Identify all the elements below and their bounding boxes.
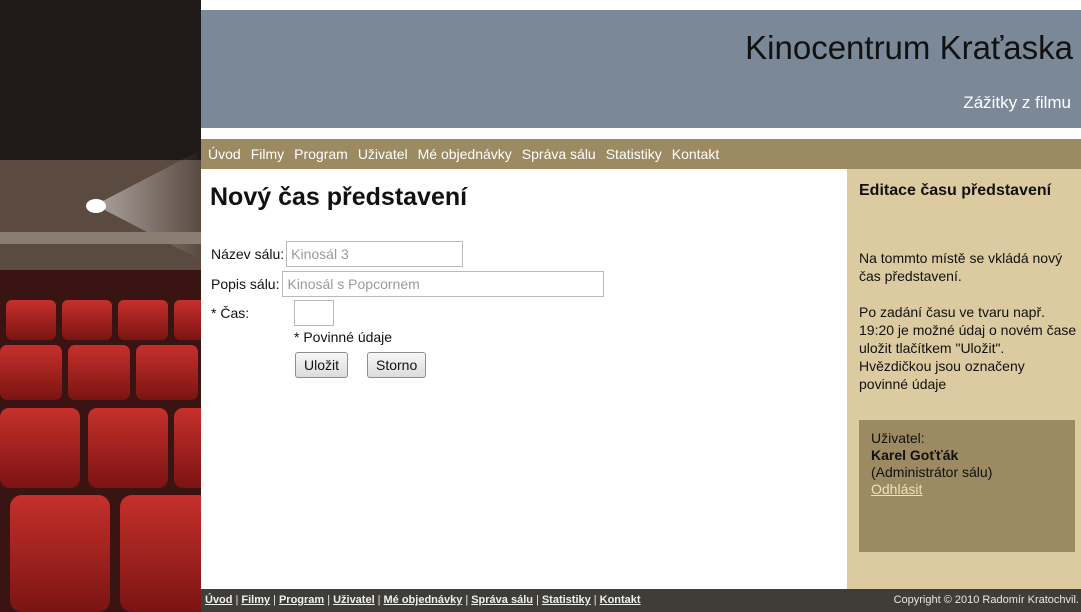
site-subtitle: Zážitky z filmu — [963, 93, 1071, 112]
hall-desc-row: Popis sálu: — [211, 271, 605, 297]
footer-link-kontakt[interactable]: Kontakt — [600, 594, 641, 606]
time-row: * Čas: — [211, 300, 334, 326]
nav-item-objednavky[interactable]: Mé objednávky — [418, 146, 512, 162]
main-nav: Úvod Filmy Program Uživatel Mé objednávk… — [201, 139, 1081, 169]
footer-separator: | — [235, 594, 239, 606]
time-label: * Čas: — [211, 305, 250, 321]
nav-item-statistiky[interactable]: Statistiky — [606, 146, 662, 162]
hall-name-row: Název sálu: — [211, 241, 464, 267]
required-note: * Povinné údaje — [294, 329, 393, 345]
sidebar-heading: Editace času představení — [859, 182, 1052, 199]
hall-name-label: Název sálu: — [211, 246, 285, 262]
footer-link-uzivatel[interactable]: Uživatel — [333, 594, 375, 606]
nav-item-kontakt[interactable]: Kontakt — [672, 146, 719, 162]
footer-separator: | — [273, 594, 276, 606]
site-footer: Úvod | Filmy | Program | Uživatel | Mé objednávk… — [201, 589, 1081, 612]
user-name: Karel Goťťák — [871, 447, 959, 463]
footer-link-statistiky[interactable]: Statistiky — [542, 594, 591, 606]
footer-separator: | — [377, 594, 381, 606]
user-role: (Administrátor sálu) — [871, 464, 993, 480]
sidebar-paragraph-1: Na tommto místě se vkládá nový čas předs… — [859, 250, 1063, 284]
nav-item-uzivatel[interactable]: Uživatel — [358, 146, 408, 162]
copyright-text: Copyright © 2010 Radomír Kratochvil. — [893, 594, 1079, 606]
footer-link-filmy[interactable]: Filmy — [241, 594, 270, 606]
footer-nav: Úvod | Filmy | Program | Uživatel | Mé objednávk… — [205, 594, 641, 606]
site-header: Kinocentrum Kraťaska Zážitky z filmu — [201, 10, 1081, 128]
hall-name-input[interactable] — [286, 241, 464, 267]
footer-link-uvod[interactable]: Úvod — [205, 594, 233, 606]
logout-link[interactable]: Odhlásit — [871, 481, 922, 497]
time-input[interactable] — [294, 300, 334, 326]
page: Kinocentrum Kraťaska Zážitky z filmu Úvo… — [0, 0, 1081, 612]
cancel-button[interactable]: Storno — [367, 352, 427, 378]
nav-item-filmy[interactable]: Filmy — [251, 146, 284, 162]
nav-item-sprava-salu[interactable]: Správa sálu — [522, 146, 596, 162]
hall-desc-label: Popis sálu: — [211, 276, 280, 292]
user-panel: Uživatel: Karel Goťťák (Administrátor sá… — [859, 420, 1075, 552]
save-button[interactable]: Uložit — [295, 352, 349, 378]
hall-desc-input[interactable] — [282, 271, 605, 297]
user-label: Uživatel: — [871, 430, 925, 446]
cinema-illustration — [0, 0, 201, 612]
footer-link-objednavky[interactable]: Mé objednávky — [384, 594, 463, 606]
nav-item-program[interactable]: Program — [294, 146, 348, 162]
cinema-hall-image — [0, 0, 201, 612]
footer-separator: | — [593, 594, 597, 606]
footer-link-sprava-salu[interactable]: Správa sálu — [471, 594, 533, 606]
footer-link-program[interactable]: Program — [279, 594, 324, 606]
footer-separator: | — [535, 594, 539, 606]
sidebar-paragraph-2: Po zadání času ve tvaru např. 19:20 je m… — [859, 304, 1077, 392]
help-sidebar: Editace času představení Na tommto místě… — [847, 169, 1081, 589]
site-title: Kinocentrum Kraťaska — [745, 29, 1073, 66]
footer-separator: | — [465, 594, 469, 606]
main-content: Nový čas představení Název sálu: Popis s… — [201, 169, 847, 589]
footer-separator: | — [327, 594, 331, 606]
nav-item-uvod[interactable]: Úvod — [208, 146, 241, 162]
page-title: Nový čas představení — [210, 183, 468, 211]
